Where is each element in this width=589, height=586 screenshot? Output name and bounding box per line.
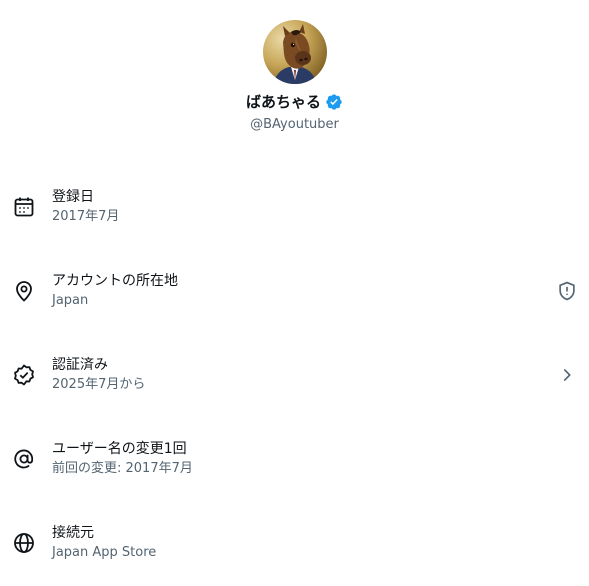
display-name: ばあちゃる [245, 93, 321, 111]
row-title: 登録日 [52, 189, 94, 205]
row-text: 認証済み 2025年7月から [52, 356, 145, 394]
row-subtitle: 前回の変更: 2017年7月 [52, 461, 193, 476]
info-row-verified[interactable]: 認証済み 2025年7月から [0, 334, 589, 418]
row-text: 接続元 Japan App Store [52, 524, 156, 562]
row-subtitle: Japan App Store [52, 545, 157, 560]
horse-mask-avatar-icon [273, 24, 317, 84]
row-title: アカウントの所在地 [52, 273, 178, 289]
row-title: 接続元 [52, 525, 94, 541]
row-subtitle: 2017年7月 [52, 209, 120, 224]
row-text: ユーザー名の変更1回 前回の変更: 2017年7月 [52, 440, 193, 478]
at-sign-icon [12, 447, 36, 471]
info-row-joined: 登録日 2017年7月 [0, 166, 589, 250]
row-title: 認証済み [52, 357, 108, 373]
name-row: ばあちゃる [0, 91, 589, 113]
calendar-icon [12, 195, 36, 219]
verified-check-icon [12, 363, 36, 387]
row-subtitle: Japan [52, 293, 89, 308]
chevron-right-icon[interactable] [556, 364, 578, 386]
row-subtitle: 2025年7月から [52, 377, 146, 392]
handle: @BAyoutuber [250, 117, 339, 132]
shield-alert-icon[interactable] [556, 280, 578, 302]
row-title: ユーザー名の変更1回 [52, 441, 187, 457]
verified-badge-icon [325, 93, 343, 111]
row-text: アカウントの所在地 Japan [52, 272, 178, 310]
avatar[interactable] [263, 20, 327, 84]
info-row-location: アカウントの所在地 Japan [0, 250, 589, 334]
info-row-username-changes: ユーザー名の変更1回 前回の変更: 2017年7月 [0, 418, 589, 502]
profile-header: ばあちゃる @BAyoutuber [0, 0, 589, 150]
globe-icon [12, 531, 36, 555]
location-pin-icon [12, 279, 36, 303]
info-row-connected-via: 接続元 Japan App Store [0, 502, 589, 586]
row-text: 登録日 2017年7月 [52, 188, 119, 226]
